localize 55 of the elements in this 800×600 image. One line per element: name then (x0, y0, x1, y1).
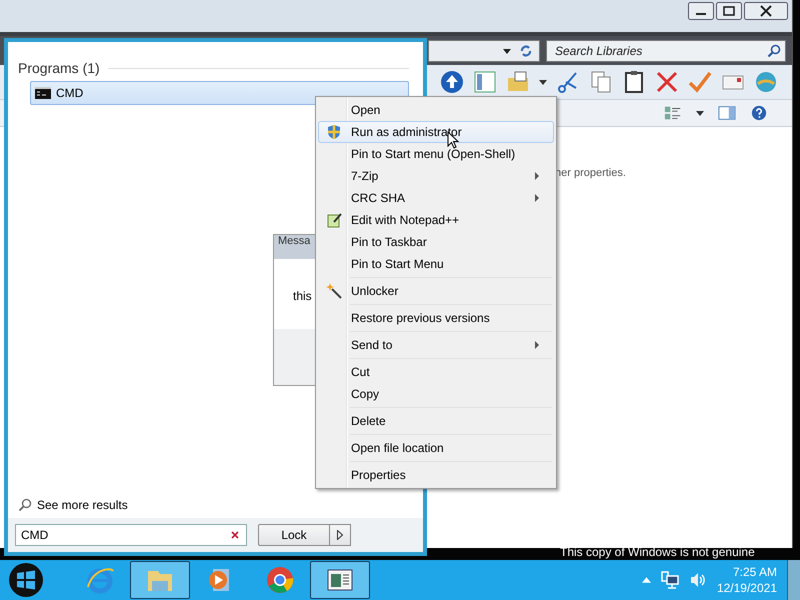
checkmark-icon[interactable] (688, 70, 712, 94)
menu-item[interactable]: Properties (318, 464, 554, 486)
search-field[interactable]: Search Libraries (546, 40, 786, 62)
address-field[interactable] (428, 40, 540, 62)
pane-icon[interactable] (473, 70, 497, 94)
menu-item[interactable]: Edit with Notepad++ (318, 209, 554, 231)
close-icon[interactable] (744, 2, 788, 20)
menu-item[interactable]: Cut (318, 361, 554, 383)
dropdown-caret-icon[interactable] (503, 48, 511, 54)
search-icon (18, 498, 32, 512)
volume-icon[interactable] (688, 571, 707, 589)
menu-item[interactable]: CRC SHA (318, 187, 554, 209)
taskbar-app-button[interactable] (310, 561, 370, 599)
maximize-icon[interactable] (716, 2, 742, 20)
start-button-icon[interactable] (8, 562, 44, 598)
delete-icon[interactable] (655, 70, 679, 94)
shield-icon (326, 124, 342, 140)
clipboard-icon[interactable] (622, 70, 646, 94)
console-icon (35, 87, 51, 99)
menu-item[interactable]: Copy (318, 383, 554, 405)
show-hidden-icons-icon[interactable] (642, 577, 651, 583)
program-item[interactable]: CMD (30, 81, 409, 105)
message-text: this (293, 289, 312, 303)
section-title: Programs (1) (18, 60, 100, 76)
help-icon[interactable] (750, 105, 768, 121)
menu-item[interactable]: Pin to Start menu (Open-Shell) (318, 143, 554, 165)
search-field[interactable]: CMD (15, 524, 247, 546)
refresh-icon[interactable] (519, 44, 533, 58)
notepad-icon (326, 212, 342, 228)
menu-item[interactable]: Unlocker (318, 280, 554, 302)
clear-icon[interactable] (231, 531, 239, 539)
lock-button[interactable]: Lock (258, 524, 330, 546)
taskbar-app-button[interactable] (130, 561, 190, 599)
magic-wand-icon (326, 283, 342, 299)
menu-item[interactable]: Restore previous versions (318, 307, 554, 329)
copy-icon[interactable] (589, 70, 613, 94)
show-desktop-button[interactable] (787, 560, 800, 600)
menu-item[interactable]: Run as administrator (318, 121, 554, 143)
power-options-button[interactable] (330, 524, 351, 546)
menu-item[interactable]: Send to (318, 334, 554, 356)
genuine-notice: This copy of Windows is not genuine (560, 545, 755, 559)
menu-item[interactable]: 7-Zip (318, 165, 554, 187)
minimize-icon[interactable] (688, 2, 714, 20)
preview-pane-icon[interactable] (718, 105, 736, 121)
caret-icon (337, 530, 343, 540)
dropdown-caret-icon[interactable] (696, 110, 704, 116)
dropdown-caret-icon[interactable] (539, 80, 547, 84)
see-more-link[interactable]: See more results (18, 498, 409, 512)
chrome-icon (265, 565, 295, 595)
view-options-icon[interactable] (664, 105, 682, 121)
menu-item[interactable]: Open file location (318, 437, 554, 459)
network-icon[interactable] (660, 571, 679, 589)
folder-icon[interactable] (506, 70, 530, 94)
search-icon (767, 44, 781, 58)
menu-item[interactable]: Delete (318, 410, 554, 432)
